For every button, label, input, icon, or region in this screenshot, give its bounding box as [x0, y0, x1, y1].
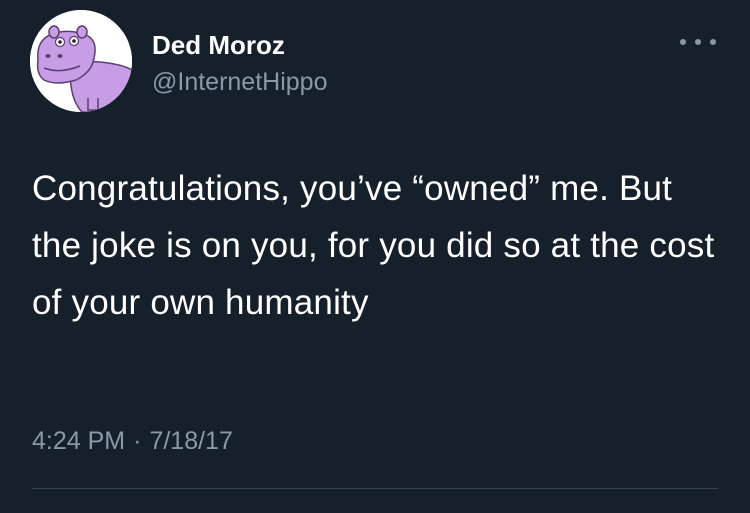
more-options-icon — [710, 39, 716, 45]
author-display-name[interactable]: Ded Moroz — [152, 30, 285, 60]
timestamp-separator: · — [133, 427, 142, 455]
avatar[interactable] — [30, 10, 132, 112]
tweet-time[interactable]: 4:24 PM — [32, 427, 125, 455]
hippo-avatar-icon — [30, 10, 132, 112]
more-options-icon — [680, 39, 686, 45]
tweet-card: Ded Moroz @InternetHippo Congratulations… — [0, 0, 750, 513]
tweet-text: Congratulations, you’ve “owned” me. But … — [32, 169, 715, 322]
tweet-timestamp[interactable]: 4:24 PM · 7/18/17 — [32, 424, 233, 458]
author-handle[interactable]: @InternetHippo — [152, 67, 327, 97]
more-options-button[interactable] — [680, 30, 716, 54]
more-options-icon — [695, 39, 701, 45]
divider — [32, 488, 718, 489]
tweet-date[interactable]: 7/18/17 — [149, 427, 232, 455]
